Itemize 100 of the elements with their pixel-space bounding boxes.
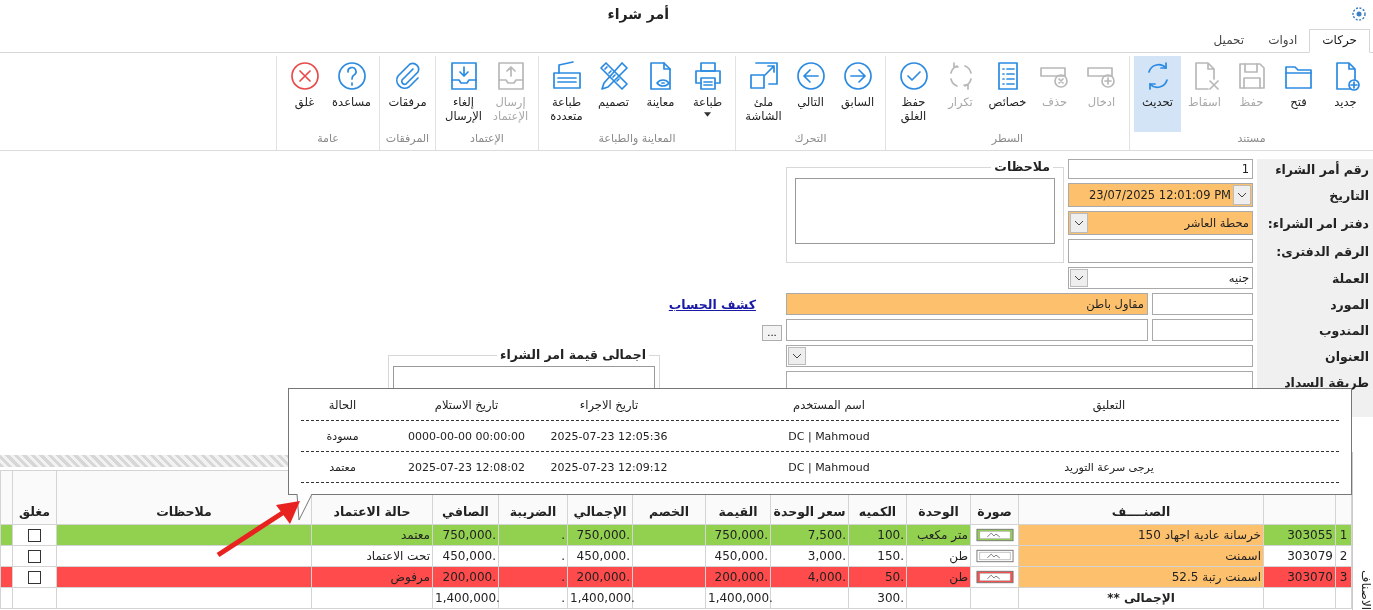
image-thumbnail-icon bbox=[975, 528, 1014, 543]
checkbox[interactable] bbox=[28, 550, 41, 563]
image-thumbnail-icon bbox=[975, 549, 1014, 564]
ribbon-tab[interactable]: حركات bbox=[1309, 29, 1370, 53]
text-field[interactable]: 1 bbox=[1068, 159, 1253, 179]
combo-box[interactable]: جنيه bbox=[1068, 267, 1253, 289]
group-label: المعاينة والطباعة bbox=[597, 132, 677, 147]
table-cell: خرسانة عادية اجهاد 150 bbox=[1018, 524, 1264, 546]
popup-column-header: تاريخ الاجراء bbox=[579, 397, 639, 412]
column-header[interactable]: ملاحظات bbox=[56, 470, 312, 525]
date-value: 23/07/2025 12:01:09 PM bbox=[1088, 188, 1231, 202]
image-thumbnail-icon bbox=[975, 570, 1014, 585]
dropdown-button[interactable] bbox=[788, 347, 806, 365]
dropdown-button[interactable] bbox=[1070, 269, 1088, 287]
table-cell: 1,400,000. bbox=[432, 587, 499, 609]
table-cell: اسمنت رتبة 52.5 bbox=[1018, 566, 1264, 588]
ribbon-button[interactable]: معاينة bbox=[637, 56, 684, 132]
popup-cell: DC | Mahmoud bbox=[788, 429, 870, 443]
date-field[interactable]: 23/07/2025 12:01:09 PM bbox=[1068, 183, 1253, 207]
ribbon-button[interactable]: حفظ الغلق bbox=[890, 56, 937, 132]
dropdown-button[interactable] bbox=[1070, 213, 1088, 233]
table-cell: اسمنت bbox=[1018, 545, 1264, 567]
group-title: اجمالى قيمة امر الشراء bbox=[497, 347, 649, 362]
ribbon-button[interactable]: السابق bbox=[834, 56, 881, 132]
table-cell: معتمد bbox=[311, 524, 433, 546]
dropdown-button[interactable] bbox=[1233, 185, 1251, 205]
table-cell: مرفوض bbox=[311, 566, 433, 588]
combo-value: جنيه bbox=[1228, 271, 1250, 285]
ribbon-button[interactable]: ملئ الشاشة bbox=[740, 56, 787, 132]
table-cell: 750,000. bbox=[432, 524, 499, 546]
ribbon-button[interactable]: مساعدة bbox=[328, 56, 375, 132]
ribbon-button[interactable]: تحديث bbox=[1134, 56, 1181, 132]
table-cell: 300. bbox=[848, 587, 907, 609]
group-label: الإعتماد bbox=[469, 132, 505, 147]
ribbon-button[interactable]: غلق bbox=[281, 56, 328, 132]
ribbon-button[interactable]: التالي bbox=[787, 56, 834, 132]
account-statement-link[interactable]: كشف الحساب bbox=[668, 296, 756, 312]
ribbon-button[interactable]: تصميم bbox=[590, 56, 637, 132]
table-cell: طن bbox=[906, 566, 971, 588]
field-label: المورد bbox=[1329, 296, 1370, 312]
field-label: الرقم الدفترى: bbox=[1275, 243, 1370, 259]
row-number: 2 bbox=[1335, 545, 1352, 567]
ribbon-button[interactable]: إلغاء الإرسال bbox=[440, 56, 487, 132]
code-field[interactable] bbox=[1152, 293, 1253, 315]
field-label: العملة bbox=[1330, 270, 1370, 286]
chevron-down-icon bbox=[1074, 275, 1084, 281]
ribbon-button[interactable]: فتح bbox=[1275, 56, 1322, 132]
group-label: مستند bbox=[1236, 132, 1267, 147]
fax-icon bbox=[550, 60, 583, 92]
table-cell: 1,400,000. bbox=[705, 587, 771, 609]
totals-label: الإجمالى ** bbox=[1018, 587, 1264, 609]
table-cell: 1,400,000. bbox=[567, 587, 633, 609]
table-cell: . bbox=[498, 545, 568, 567]
popup-column-header: تاريخ الاستلام bbox=[434, 397, 499, 412]
table-cell: 450,000. bbox=[432, 545, 499, 567]
help-icon bbox=[335, 60, 368, 92]
ribbon-button[interactable]: طباعة متعددة bbox=[543, 56, 590, 132]
row-number: 1 bbox=[1335, 524, 1352, 546]
close-icon bbox=[288, 60, 321, 92]
popup-cell: مسودة bbox=[326, 429, 359, 443]
text-field[interactable] bbox=[786, 319, 1148, 341]
popup-column-header: اسم المستخدم bbox=[793, 397, 865, 412]
table-cell: 4,000. bbox=[770, 566, 849, 588]
group-label: المرفقات bbox=[384, 132, 431, 147]
ruler-pencil-icon bbox=[597, 60, 630, 92]
notes-field[interactable] bbox=[795, 178, 1055, 244]
table-cell: 200,000. bbox=[705, 566, 771, 588]
table-cell: 750,000. bbox=[705, 524, 771, 546]
table-cell: تحت الاعتماد bbox=[311, 545, 433, 567]
group-label: عامة bbox=[316, 132, 340, 147]
check-circle-icon bbox=[897, 60, 930, 92]
checkbox[interactable] bbox=[28, 529, 41, 542]
field-label: التاريخ bbox=[1328, 187, 1370, 203]
caret-icon bbox=[704, 112, 711, 118]
table-cell: 450,000. bbox=[567, 545, 633, 567]
ribbon-button[interactable]: جديد bbox=[1322, 56, 1369, 132]
popup-cell: 2025-07-23 12:05:36 bbox=[550, 429, 668, 443]
table-cell: 200,000. bbox=[432, 566, 499, 588]
field-label: دفتر امر الشراء: bbox=[1266, 215, 1370, 231]
column-header[interactable]: مغلق bbox=[12, 470, 57, 525]
ribbon-button[interactable]: طباعة bbox=[684, 56, 731, 132]
chevron-down-icon bbox=[1237, 192, 1247, 198]
text-field[interactable] bbox=[1068, 239, 1253, 263]
popup-column-header: التعليق bbox=[1092, 397, 1126, 412]
ribbon-button[interactable]: خصائص bbox=[984, 56, 1031, 132]
group-title: ملاحظات bbox=[991, 159, 1053, 174]
chevron-down-icon bbox=[1074, 220, 1084, 226]
field-label: المندوب bbox=[1318, 322, 1370, 338]
arrow-left-icon bbox=[794, 60, 827, 92]
ribbon-button[interactable]: مرفقات bbox=[384, 56, 431, 132]
browse-button[interactable]: ... bbox=[762, 325, 782, 341]
table-cell: 7,500. bbox=[770, 524, 849, 546]
checkbox[interactable] bbox=[28, 571, 41, 584]
combo-box[interactable]: محطة العاشر bbox=[1068, 211, 1253, 235]
table-cell: 100. bbox=[848, 524, 907, 546]
ribbon-tab[interactable]: ادوات bbox=[1256, 30, 1310, 52]
code-field[interactable] bbox=[1152, 319, 1253, 341]
text-field[interactable]: مقاول باطن bbox=[786, 293, 1148, 315]
group-label: السطر bbox=[990, 132, 1025, 147]
ribbon-tab[interactable]: تحميل bbox=[1201, 30, 1257, 52]
